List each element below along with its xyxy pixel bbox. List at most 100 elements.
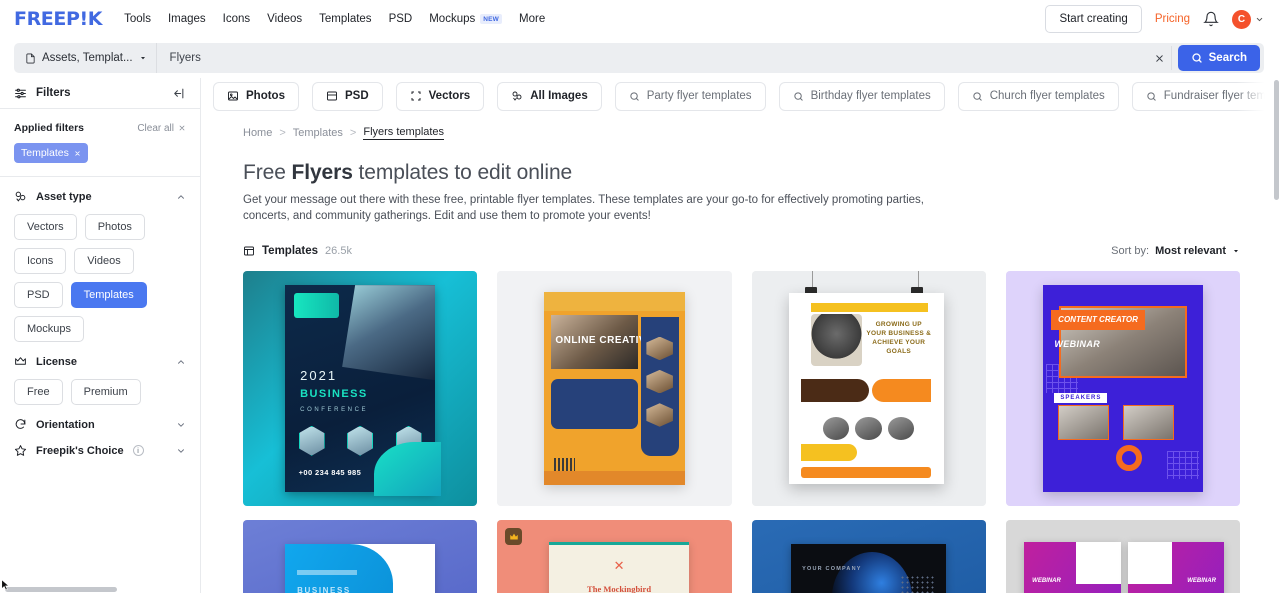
filter-option-photos[interactable]: Photos — [84, 214, 145, 240]
collapse-sidebar-icon[interactable] — [171, 87, 186, 100]
filter-option-premium[interactable]: Premium — [70, 379, 141, 405]
category-chip-party-flyer-templates[interactable]: Party flyer templates — [614, 81, 766, 111]
filter-option-icons[interactable]: Icons — [14, 248, 67, 274]
chevron-up-icon — [176, 192, 186, 202]
filters-header: Filters — [0, 78, 200, 109]
search-scope-label: Assets, Templat... — [42, 52, 133, 64]
chip-label: All Images — [530, 90, 588, 102]
category-chip-fundraiser-flyer-templates[interactable]: Fundraiser flyer templates — [1131, 81, 1280, 111]
search-input[interactable] — [156, 52, 1148, 64]
chevron-down-icon — [176, 446, 186, 456]
nav-item-images[interactable]: Images — [168, 13, 206, 25]
nav-item-tools[interactable]: Tools — [124, 13, 151, 25]
results-label-text: Templates — [262, 245, 319, 257]
template-thumbnail: ✕ The Mockingbird — [497, 520, 732, 593]
template-card-business-conference[interactable]: 2021 BUSINESS CONFERENCE +00 234 845 985 — [243, 271, 478, 506]
nav-item-more[interactable]: More — [519, 13, 545, 25]
filter-group-license-header[interactable]: License — [14, 355, 186, 368]
chevron-down-icon — [176, 420, 186, 430]
template-card-content-creator-webinar[interactable]: CONTENT CREATOR WEBINAR SPEAKERS — [1005, 271, 1240, 506]
filter-option-psd[interactable]: PSD — [14, 282, 63, 308]
templates-icon — [243, 245, 255, 257]
search-icon — [1191, 52, 1203, 64]
nav-item-icons[interactable]: Icons — [223, 13, 251, 25]
filter-option-vectors[interactable]: Vectors — [14, 214, 77, 240]
clear-all-button[interactable]: Clear all — [137, 123, 186, 134]
category-chips-row: Photos PSD Vectors All Images Party flye… — [201, 78, 1280, 114]
nav-item-psd[interactable]: PSD — [389, 13, 413, 25]
search-button[interactable]: Search — [1177, 45, 1260, 71]
category-chip-birthday-flyer-templates[interactable]: Birthday flyer templates — [778, 81, 945, 111]
nav-item-videos[interactable]: Videos — [267, 13, 302, 25]
all-images-icon — [511, 90, 523, 102]
notification-bell-icon[interactable] — [1203, 11, 1219, 27]
results-scroll-area[interactable]: Home > Templates > Flyers templates Free… — [201, 114, 1280, 593]
template-card-dark-company-flyer[interactable]: YOUR COMPANY — [751, 520, 986, 593]
template-card-blue-business-flyer[interactable]: BUSINESS — [243, 520, 478, 593]
user-menu[interactable]: C — [1232, 9, 1264, 29]
thumb-text-company: YOUR COMPANY — [802, 566, 862, 573]
chip-label: PSD — [344, 90, 369, 102]
filter-group-orientation-header[interactable]: Orientation — [14, 418, 186, 431]
orientation-icon — [14, 418, 27, 431]
thumb-text-heading: GROWING UP YOUR BUSINESS & ACHIEVE YOUR … — [866, 320, 932, 355]
nav-item-mockups[interactable]: Mockups NEW — [429, 13, 503, 25]
template-card-growing-business-webinar[interactable]: GROWING UP YOUR BUSINESS & ACHIEVE YOUR … — [751, 271, 986, 506]
thumb-text-business: BUSINESS — [297, 585, 351, 593]
crown-icon — [14, 355, 27, 368]
star-icon — [14, 444, 27, 457]
filter-option-templates[interactable]: Templates — [70, 282, 147, 308]
freepik-logo[interactable]: FREEP!K — [14, 8, 102, 30]
category-chip-psd[interactable]: PSD — [311, 81, 383, 111]
category-chip-photos[interactable]: Photos — [213, 81, 299, 111]
thumb-text-tag: CONTENT CREATOR — [1051, 309, 1145, 330]
start-creating-button[interactable]: Start creating — [1045, 5, 1142, 33]
filter-group-asset-type-header[interactable]: Asset type — [14, 190, 186, 203]
page-scrollbar[interactable] — [1273, 78, 1280, 593]
nav-item-templates[interactable]: Templates — [319, 13, 371, 25]
breadcrumb-home[interactable]: Home — [243, 127, 272, 139]
filter-group-title: Orientation — [36, 418, 95, 431]
info-icon[interactable]: i — [132, 445, 144, 456]
template-card-webinar-business-set[interactable]: WEBINAR WEBINAR — [1005, 520, 1240, 593]
chip-label: Birthday flyer templates — [810, 90, 931, 102]
clear-search-icon[interactable] — [1148, 46, 1172, 70]
pricing-link[interactable]: Pricing — [1155, 13, 1190, 25]
results-content: Home > Templates > Flyers templates Free… — [201, 114, 1280, 593]
sort-dropdown[interactable]: Sort by: Most relevant — [1111, 245, 1240, 257]
thumb-text-title: WEBINAR — [1032, 578, 1061, 585]
template-card-online-creative-conference[interactable]: ONLINE CREATIVE — [497, 271, 732, 506]
nav-label: Mockups — [429, 13, 476, 25]
filter-option-videos[interactable]: Videos — [74, 248, 134, 274]
chip-label: Party flyer templates — [646, 90, 752, 102]
sidebar-horizontal-scrollbar[interactable] — [0, 586, 200, 593]
filters-icon — [14, 87, 27, 100]
thumb-text-conference: CONFERENCE — [300, 407, 369, 414]
scrollbar-thumb[interactable] — [1274, 80, 1279, 200]
template-card-mockingbird-menu[interactable]: ✕ The Mockingbird — [497, 520, 732, 593]
nav-label: Images — [167, 13, 206, 25]
breadcrumb-separator: > — [349, 127, 357, 139]
applied-filter-chip-templates[interactable]: Templates — [14, 143, 88, 163]
filter-group-freepiks-choice-header[interactable]: Freepik's Choice i — [14, 444, 186, 457]
search-icon — [972, 91, 983, 102]
page-description: Get your message out there with these fr… — [243, 194, 924, 222]
filter-group-asset-type: Asset type Vectors Photos Icons Videos P… — [0, 177, 200, 342]
nav-label: Videos — [267, 13, 303, 25]
nav-links: Tools Images Icons Videos Templates PSD … — [124, 13, 545, 25]
category-chip-all-images[interactable]: All Images — [497, 81, 602, 111]
nav-label: Tools — [124, 13, 151, 25]
search-scope-dropdown[interactable]: Assets, Templat... — [14, 43, 157, 73]
scrollbar-thumb[interactable] — [5, 587, 117, 592]
image-icon — [227, 90, 239, 102]
thumb-text-webinar: WEBINAR — [1054, 338, 1101, 349]
breadcrumb-templates[interactable]: Templates — [293, 127, 343, 139]
filter-option-mockups[interactable]: Mockups — [14, 316, 85, 342]
filter-group-freepiks-choice: Freepik's Choice i — [0, 431, 200, 457]
filter-option-free[interactable]: Free — [14, 379, 63, 405]
breadcrumb-current[interactable]: Flyers templates — [363, 126, 445, 140]
nav-label: Icons — [222, 13, 251, 25]
category-chip-church-flyer-templates[interactable]: Church flyer templates — [957, 81, 1119, 111]
category-chip-vectors[interactable]: Vectors — [395, 81, 485, 111]
nav-label: More — [519, 13, 546, 25]
